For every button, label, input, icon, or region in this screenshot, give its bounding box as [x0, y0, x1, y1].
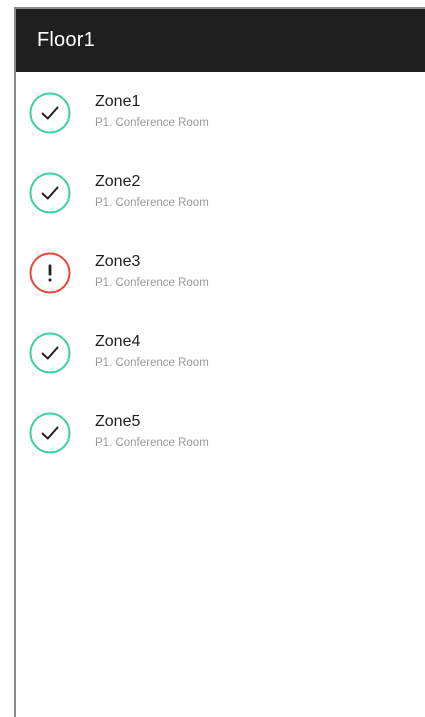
- zone-location: P1. Conference Room: [95, 356, 209, 369]
- zone-name: Zone1: [95, 92, 141, 110]
- zone-name: Zone2: [95, 172, 141, 190]
- check-circle-icon: [29, 92, 71, 134]
- zone-location: P1. Conference Room: [95, 116, 209, 129]
- alert-circle-icon: [29, 252, 71, 294]
- check-circle-icon: [29, 332, 71, 374]
- zone-list-item[interactable]: Zone1 P1. Conference Room: [16, 73, 425, 153]
- zone-name: Zone5: [95, 412, 141, 430]
- zone-location: P1. Conference Room: [95, 276, 209, 289]
- zone-text: Zone4 P1. Conference Room: [95, 332, 209, 371]
- zone-list: Zone1 P1. Conference Room Zone2 P1. Conf…: [16, 73, 425, 473]
- zone-list-item[interactable]: Zone2 P1. Conference Room: [16, 153, 425, 233]
- check-circle-icon: [29, 172, 71, 214]
- app-bar: Floor1: [16, 9, 425, 72]
- zone-location: P1. Conference Room: [95, 436, 209, 449]
- zone-name: Zone3: [95, 252, 141, 270]
- zone-text: Zone1 P1. Conference Room: [95, 92, 209, 131]
- zone-location: P1. Conference Room: [95, 196, 209, 209]
- zone-text: Zone3 P1. Conference Room: [95, 252, 209, 291]
- check-circle-icon: [29, 412, 71, 454]
- zone-list-item[interactable]: Zone3 P1. Conference Room: [16, 233, 425, 313]
- app-frame: Floor1 Zone1 P1. Conference Room Zone2 P…: [14, 7, 425, 717]
- zone-list-item[interactable]: Zone5 P1. Conference Room: [16, 393, 425, 473]
- zone-text: Zone2 P1. Conference Room: [95, 172, 209, 211]
- zone-list-item[interactable]: Zone4 P1. Conference Room: [16, 313, 425, 393]
- page-title: Floor1: [37, 29, 95, 51]
- zone-name: Zone4: [95, 332, 141, 350]
- zone-text: Zone5 P1. Conference Room: [95, 412, 209, 451]
